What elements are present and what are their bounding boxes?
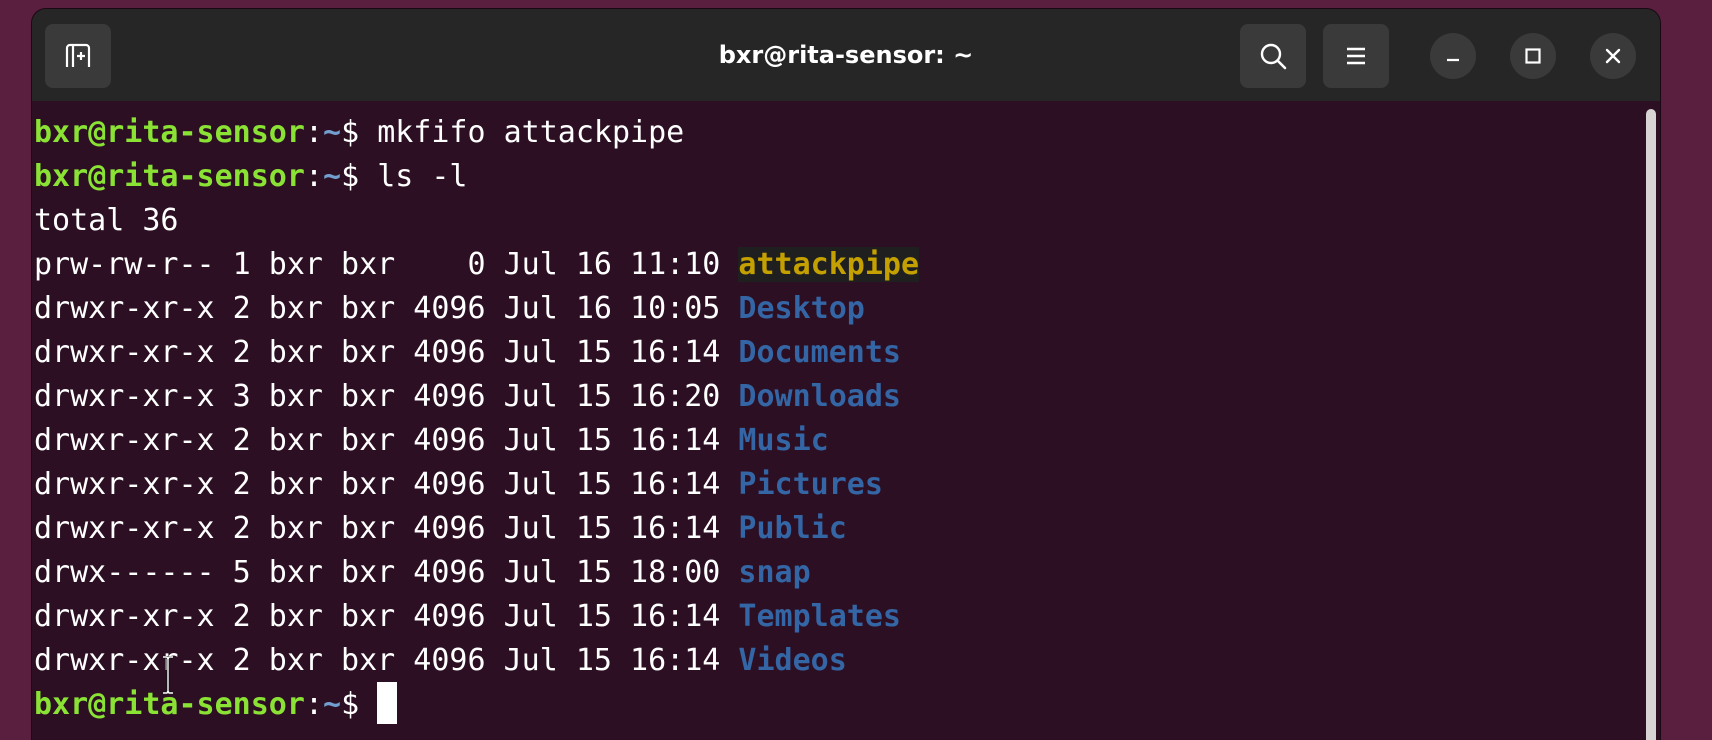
listing-row: drwxr-xr-x 2 bxr bxr 4096 Jul 15 16:14 P… [34, 463, 1660, 507]
file-meta: drwxr-xr-x 2 bxr bxr 4096 Jul 15 16:14 [34, 599, 739, 634]
prompt-separator: : [304, 687, 323, 722]
listing-row: drwx------ 5 bxr bxr 4096 Jul 15 18:00 s… [34, 551, 1660, 595]
command-line: bxr@rita-sensor:~$ ls -l [34, 155, 1660, 199]
directory-name: Downloads [738, 379, 901, 414]
listing-row: drwxr-xr-x 2 bxr bxr 4096 Jul 15 16:14 M… [34, 419, 1660, 463]
file-meta: drwxr-xr-x 2 bxr bxr 4096 Jul 15 16:14 [34, 467, 739, 502]
directory-name: Desktop [738, 291, 865, 326]
window-title: bxr@rita-sensor: ~ [718, 41, 974, 69]
file-meta: drwxr-xr-x 2 bxr bxr 4096 Jul 15 16:14 [34, 511, 739, 546]
listing-row: drwxr-xr-x 3 bxr bxr 4096 Jul 15 16:20 D… [34, 375, 1660, 419]
maximize-button[interactable] [1510, 33, 1556, 79]
directory-name: Music [738, 423, 829, 458]
command-text: mkfifo attackpipe [377, 115, 685, 150]
file-meta: drwxr-xr-x 2 bxr bxr 4096 Jul 15 16:14 [34, 423, 739, 458]
hamburger-menu-icon [1347, 47, 1365, 65]
vertical-scrollbar[interactable] [1646, 109, 1656, 740]
directory-name: Documents [738, 335, 901, 370]
minimize-icon [1447, 58, 1459, 62]
close-button[interactable] [1590, 33, 1636, 79]
menu-button[interactable] [1323, 24, 1389, 88]
total-line: total 36 [34, 203, 179, 238]
ibeam-cursor-icon [163, 656, 173, 694]
prompt-separator: : [304, 159, 323, 194]
directory-name: Public [738, 511, 847, 546]
command-line: bxr@rita-sensor:~$ mkfifo attackpipe [34, 111, 1660, 155]
maximize-icon [1525, 48, 1541, 64]
file-meta: drwxr-xr-x 3 bxr bxr 4096 Jul 15 16:20 [34, 379, 739, 414]
file-meta: drwx------ 5 bxr bxr 4096 Jul 15 18:00 [34, 555, 739, 590]
prompt-symbol: $ [341, 159, 378, 194]
terminal-output[interactable]: bxr@rita-sensor:~$ mkfifo attackpipe bxr… [32, 101, 1660, 740]
active-prompt-line[interactable]: bxr@rita-sensor:~$ [34, 681, 1660, 727]
command-text: ls -l [377, 159, 468, 194]
file-meta: drwxr-xr-x 2 bxr bxr 4096 Jul 15 16:14 [34, 335, 739, 370]
text-cursor [377, 681, 398, 724]
fifo-name: attackpipe [738, 247, 920, 282]
listing-row: prw-rw-r-- 1 bxr bxr 0 Jul 16 11:10 atta… [34, 243, 1660, 287]
directory-name: Templates [738, 599, 901, 634]
listing-row: drwxr-xr-x 2 bxr bxr 4096 Jul 16 10:05 D… [34, 287, 1660, 331]
title-bar[interactable]: bxr@rita-sensor: ~ [32, 9, 1660, 101]
listing-row: drwxr-xr-x 2 bxr bxr 4096 Jul 15 16:14 T… [34, 595, 1660, 639]
prompt-symbol: $ [341, 115, 378, 150]
prompt-path: ~ [323, 159, 342, 194]
directory-name: Pictures [738, 467, 883, 502]
prompt-path: ~ [323, 115, 342, 150]
listing-row: drwxr-xr-x 2 bxr bxr 4096 Jul 15 16:14 D… [34, 331, 1660, 375]
file-meta: drwxr-xr-x 2 bxr bxr 4096 Jul 15 16:14 [34, 643, 739, 678]
terminal-window: bxr@rita-sensor: ~ bxr@rita-sensor:~$ mk… [32, 9, 1660, 740]
prompt-user: bxr@rita-sensor [34, 115, 305, 150]
directory-name: Videos [738, 643, 847, 678]
minimize-button[interactable] [1430, 33, 1476, 79]
file-meta: prw-rw-r-- 1 bxr bxr 0 Jul 16 11:10 [34, 247, 739, 282]
prompt-user: bxr@rita-sensor [34, 159, 305, 194]
directory-name: snap [738, 555, 811, 590]
prompt-path: ~ [323, 687, 342, 722]
prompt-separator: : [304, 115, 323, 150]
search-icon [1260, 43, 1287, 70]
file-meta: drwxr-xr-x 2 bxr bxr 4096 Jul 16 10:05 [34, 291, 739, 326]
search-button[interactable] [1240, 24, 1306, 88]
close-icon [1605, 48, 1621, 64]
prompt-symbol: $ [341, 687, 378, 722]
listing-row: drwxr-xr-x 2 bxr bxr 4096 Jul 15 16:14 P… [34, 507, 1660, 551]
listing-row: drwxr-xr-x 2 bxr bxr 4096 Jul 15 16:14 V… [34, 639, 1660, 683]
